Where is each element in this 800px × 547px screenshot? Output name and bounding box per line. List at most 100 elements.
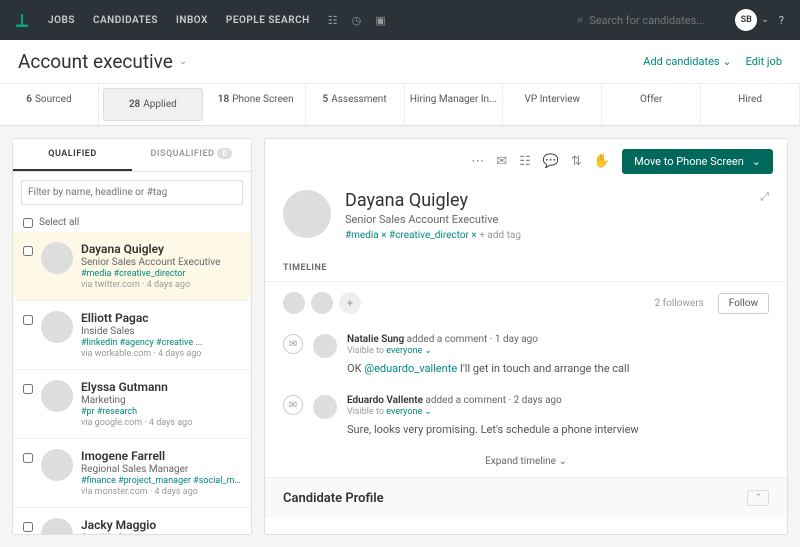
nav-inbox[interactable]: INBOX	[176, 15, 208, 26]
follow-button[interactable]: Follow	[718, 293, 769, 314]
main-nav: JOBS CANDIDATES INBOX PEOPLE SEARCH	[48, 15, 310, 26]
search-input[interactable]	[589, 14, 719, 27]
search-box[interactable]: ⌕	[577, 13, 719, 27]
add-follower-button[interactable]: +	[339, 292, 361, 314]
email-icon[interactable]: ✉	[496, 154, 507, 169]
candidate-tags: #media #creative_director	[81, 269, 241, 279]
candidate-checkbox[interactable]	[23, 315, 33, 325]
candidate-title: Marketing	[81, 395, 241, 406]
job-chevron-icon[interactable]: ⌄	[179, 56, 187, 67]
candidate-tags: #linkedin #agency #creative ...	[81, 338, 241, 348]
comment-text: Sure, looks very promising. Let's schedu…	[347, 423, 769, 436]
edit-job-link[interactable]: Edit job	[746, 55, 782, 68]
stage-applied[interactable]: 28Applied	[103, 88, 203, 121]
expand-timeline-button[interactable]: Expand timeline ⌄	[265, 446, 787, 477]
stage-sourced[interactable]: 6Sourced	[0, 84, 99, 125]
stage-offer[interactable]: Offer	[602, 84, 701, 125]
job-title: Account executive	[18, 50, 173, 73]
add-candidates-link[interactable]: Add candidates ⌄	[643, 55, 731, 68]
select-all-checkbox[interactable]	[23, 218, 33, 228]
candidate-title: Senior Sales Account Executive	[345, 213, 521, 226]
comment-icon[interactable]: 💬	[543, 154, 559, 169]
followers-count: 2 followers	[655, 298, 704, 309]
candidate-row[interactable]: Jacky MaggioOutside Sales	[13, 508, 251, 535]
candidate-list-panel: QUALIFIED DISQUALIFIED0 Select all Dayan…	[12, 138, 252, 535]
avatar	[41, 311, 73, 343]
help-icon[interactable]: ?	[779, 14, 784, 27]
candidate-checkbox[interactable]	[23, 246, 33, 256]
search-icon: ⌕	[577, 13, 583, 27]
disqualified-count: 0	[217, 148, 232, 159]
commenter-avatar	[313, 334, 337, 358]
candidate-detail-panel: ⋯ ✉ ☷ 💬 ⇅ ✋ Move to Phone Screen⌄ Dayana…	[264, 138, 788, 535]
comment-visibility[interactable]: Visible to everyone ⌄	[347, 407, 769, 417]
candidate-meta: via monster.com · 4 days ago	[81, 487, 241, 497]
select-all[interactable]: Select all	[13, 213, 251, 232]
candidate-title: Regional Sales Manager	[81, 464, 241, 475]
candidate-row[interactable]: Dayana QuigleySenior Sales Account Execu…	[13, 232, 251, 301]
tab-qualified[interactable]: QUALIFIED	[13, 139, 132, 171]
candidate-row[interactable]: Elyssa GutmannMarketing#pr #researchvia …	[13, 370, 251, 439]
more-icon[interactable]: ⋯	[471, 154, 484, 169]
stage-hiring-manager-in-[interactable]: Hiring Manager In...	[405, 84, 504, 125]
user-chevron-icon[interactable]: ⌄	[761, 15, 769, 25]
nav-people-search[interactable]: PEOPLE SEARCH	[226, 15, 310, 26]
candidate-meta: via twitter.com · 4 days ago	[81, 280, 241, 290]
candidate-title: Outside Sales	[81, 533, 241, 535]
clock-icon[interactable]: ◷	[352, 14, 362, 27]
candidate-checkbox[interactable]	[23, 384, 33, 394]
profile-heading: Candidate Profile	[283, 491, 384, 506]
pipeline-stages: 6Sourced28Applied18Phone Screen5Assessme…	[0, 84, 800, 126]
follower-avatar[interactable]	[311, 292, 333, 314]
candidate-checkbox[interactable]	[23, 522, 33, 532]
follower-avatar[interactable]	[283, 292, 305, 314]
image-icon[interactable]: ▣	[375, 14, 385, 27]
stage-hired[interactable]: Hired	[701, 84, 800, 125]
timeline-comment: ✉Natalie Sung added a comment · 1 day ag…	[265, 324, 787, 385]
avatar	[41, 449, 73, 481]
comment-header: Eduardo Vallente added a comment · 2 day…	[347, 395, 769, 406]
tab-disqualified[interactable]: DISQUALIFIED0	[132, 139, 251, 171]
candidate-name: Dayana Quigley	[345, 190, 521, 211]
candidate-meta: via workable.com · 4 days ago	[81, 349, 241, 359]
calendar-icon[interactable]: ☷	[328, 14, 338, 27]
commenter-avatar	[313, 395, 337, 419]
comment-type-icon: ✉	[283, 395, 303, 415]
top-navbar: ⟂ JOBS CANDIDATES INBOX PEOPLE SEARCH ☷ …	[0, 0, 800, 40]
expand-icon[interactable]: ⤢	[760, 190, 769, 241]
nav-jobs[interactable]: JOBS	[48, 15, 75, 26]
candidate-checkbox[interactable]	[23, 453, 33, 463]
candidate-tags: #finance #project_manager #social_media …	[81, 476, 241, 486]
evaluate-icon[interactable]: ⇅	[571, 154, 582, 169]
avatar	[41, 380, 73, 412]
avatar	[41, 242, 73, 274]
candidate-tags: #media × #creative_director × + add tag	[345, 230, 521, 241]
move-stage-button[interactable]: Move to Phone Screen⌄	[622, 149, 773, 174]
schedule-icon[interactable]: ☷	[519, 154, 531, 169]
stage-phone-screen[interactable]: 18Phone Screen	[207, 84, 306, 125]
collapse-icon[interactable]: ⌃	[747, 490, 769, 506]
candidate-name: Imogene Farrell	[81, 449, 241, 463]
stage-vp-interview[interactable]: VP Interview	[503, 84, 602, 125]
add-tag-button[interactable]: + add tag	[479, 230, 521, 241]
timeline-comment: ✉ Eduardo Vallente added a comment · 2 da…	[265, 385, 787, 446]
comment-text: OK @eduardo_vallente I'll get in touch a…	[347, 362, 769, 375]
candidate-meta: via google.com · 4 days ago	[81, 418, 241, 428]
candidate-name: Jacky Maggio	[81, 518, 241, 532]
chevron-down-icon: ⌄	[752, 155, 761, 168]
stage-assessment[interactable]: 5Assessment	[306, 84, 405, 125]
nav-icons: ☷ ◷ ▣	[328, 14, 386, 27]
nav-candidates[interactable]: CANDIDATES	[93, 15, 158, 26]
candidate-row[interactable]: Imogene FarrellRegional Sales Manager#fi…	[13, 439, 251, 508]
comment-header: Natalie Sung added a comment · 1 day ago	[347, 334, 769, 345]
avatar	[41, 518, 73, 535]
filter-input[interactable]	[21, 180, 243, 205]
logo[interactable]: ⟂	[16, 10, 28, 31]
disqualify-icon[interactable]: ✋	[594, 154, 610, 169]
candidate-row[interactable]: Elliott PagacInside Sales#linkedin #agen…	[13, 301, 251, 370]
candidate-name: Elliott Pagac	[81, 311, 241, 325]
comment-visibility[interactable]: Visible to everyone ⌄	[347, 346, 769, 356]
candidate-avatar	[283, 190, 331, 238]
user-avatar[interactable]: SB	[735, 9, 757, 31]
candidate-profile-section[interactable]: Candidate Profile ⌃	[265, 477, 787, 518]
